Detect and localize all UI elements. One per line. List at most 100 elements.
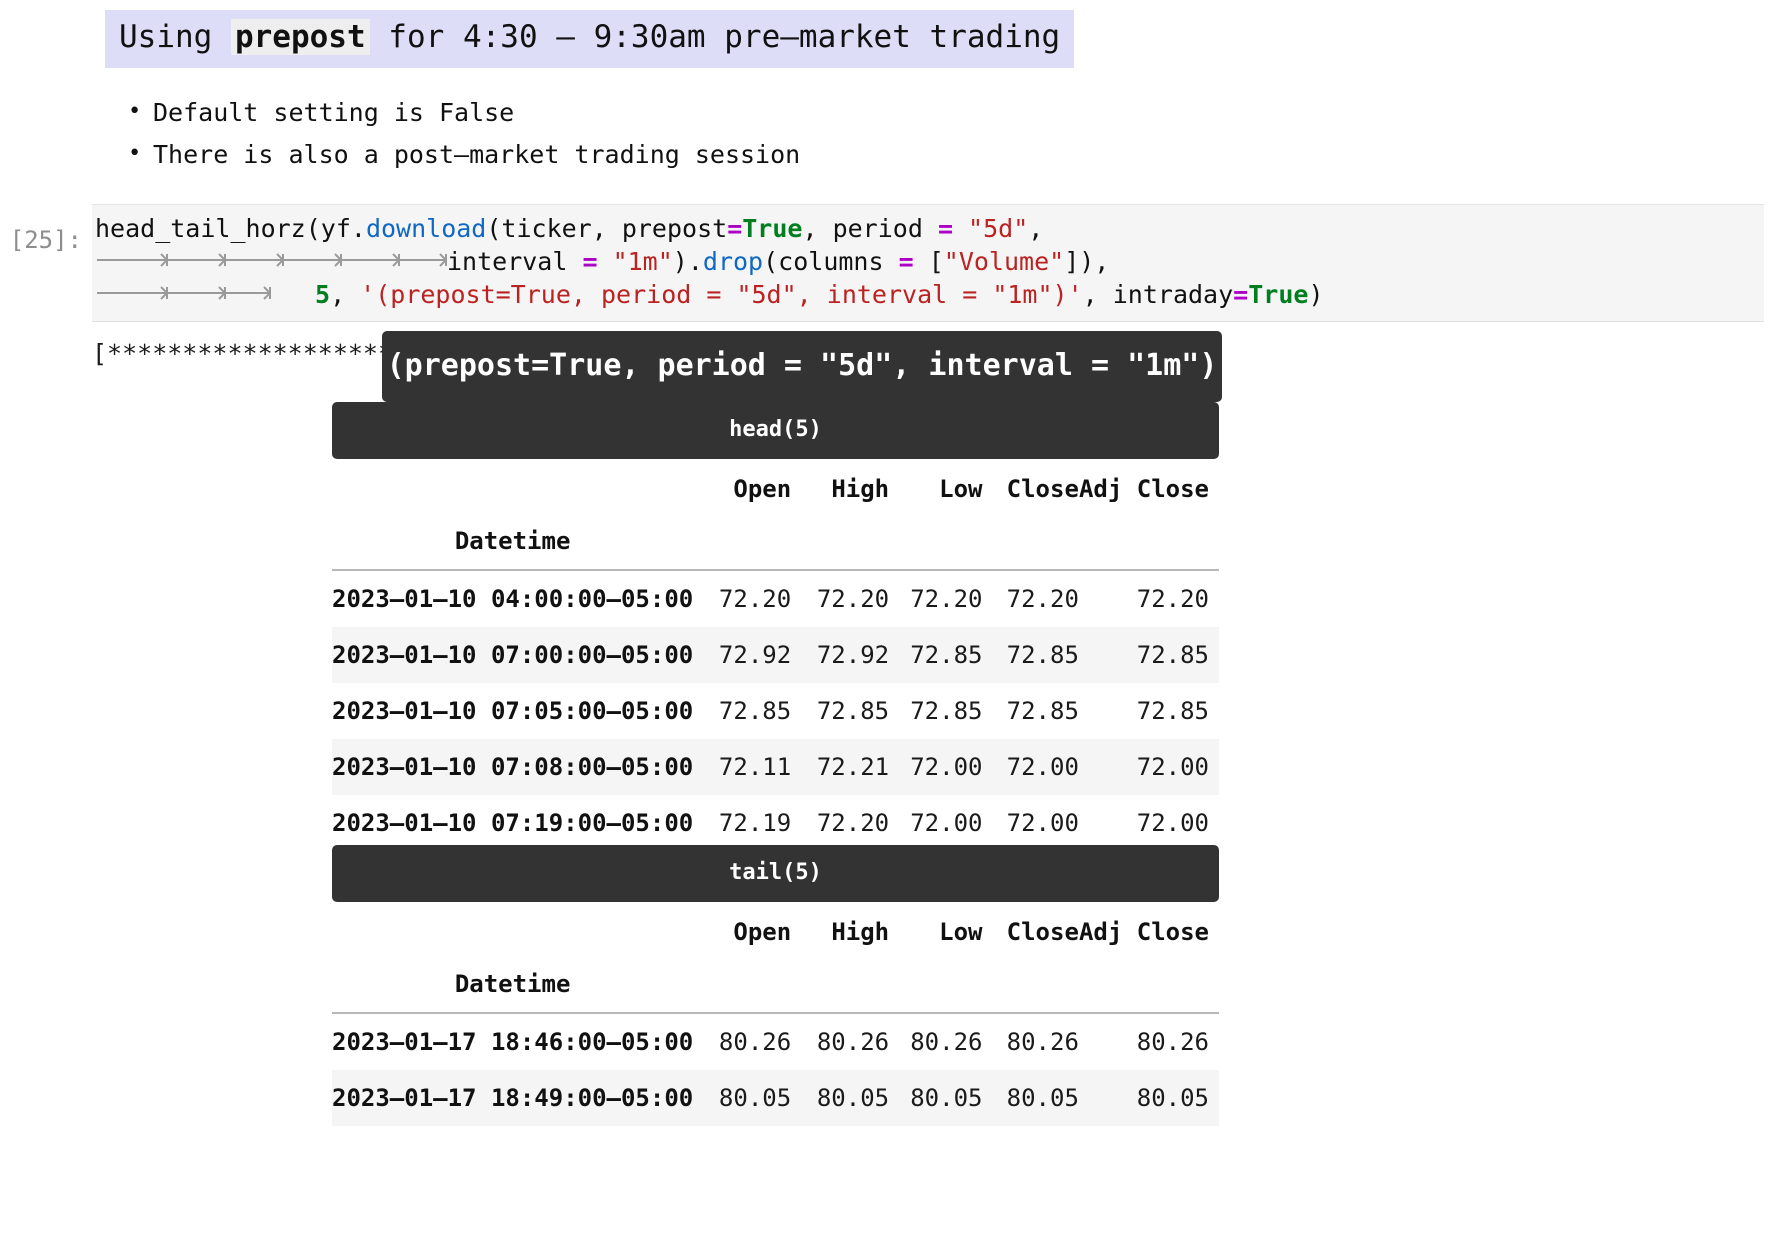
code-token: head_tail_horz(yf. <box>95 214 366 243</box>
head-section: head(5) Open High Low Close Adj Close Da… <box>0 402 1776 851</box>
row-index-label: 2023–01–10 04:00:00–05:00 <box>332 585 694 613</box>
code-token-operator: = <box>937 214 953 243</box>
table-index-name-row: Datetime <box>332 960 1219 1014</box>
index-row-spacer <box>889 960 983 1014</box>
cell-close: 72.85 <box>982 627 1079 683</box>
cell-low: 72.00 <box>910 809 983 837</box>
index-row-spacer <box>1078 960 1219 1014</box>
code-token-keyword: True <box>742 214 803 243</box>
page-title-post: for 4:30 – 9:30am pre–market trading <box>369 19 1061 55</box>
code-token-operator: = <box>582 247 598 276</box>
column-header-index <box>332 902 693 960</box>
whitespace-indent-guide-icon <box>95 283 271 303</box>
index-row-spacer <box>889 517 983 571</box>
cell-close: 72.20 <box>1006 585 1079 613</box>
index-row-spacer <box>982 960 1079 1014</box>
list-item: There is also a post–market trading sess… <box>126 133 800 176</box>
table-row: 2023–01–10 04:00:00–05:00 72.20 72.20 72… <box>332 570 1219 627</box>
output-banner-title: (prepost=True, period = "5d", interval =… <box>382 331 1222 402</box>
code-token-operator: = <box>898 247 914 276</box>
tail-table-body: 2023–01–17 18:46:00–05:00 80.26 80.26 80… <box>332 1013 1219 1126</box>
code-token: (columns <box>763 247 899 276</box>
cell-high: 80.05 <box>791 1070 890 1126</box>
table-row: 2023–01–10 07:05:00–05:00 72.85 72.85 72… <box>332 683 1219 739</box>
head-section-label: head(5) <box>332 402 1219 459</box>
row-index-label: 2023–01–10 07:05:00–05:00 <box>332 697 694 725</box>
code-token-string: "Volume" <box>943 247 1065 276</box>
page-title: Using prepost for 4:30 – 9:30am pre–mark… <box>105 10 1075 68</box>
code-line-2: interval = "1m").drop(columns = ["Volume… <box>92 245 1764 278</box>
cell-close: 72.00 <box>1006 809 1079 837</box>
code-token-function: drop <box>702 247 764 276</box>
row-index-label: 2023–01–17 18:49:00–05:00 <box>332 1070 694 1126</box>
index-row-spacer <box>693 517 792 571</box>
code-token-string: "1m" <box>597 247 673 276</box>
column-header-adj-close: Adj Close <box>1078 475 1209 503</box>
cell-adj-close: 72.85 <box>1078 627 1219 683</box>
cell-high: 72.20 <box>816 809 890 837</box>
table-index-name-row: Datetime <box>332 517 1219 571</box>
code-token-string: "5d" <box>953 214 1029 243</box>
code-token-keyword: True <box>1248 280 1309 309</box>
cell-close: 80.26 <box>1006 1028 1079 1056</box>
index-row-spacer <box>791 960 890 1014</box>
code-token: , <box>1028 214 1044 243</box>
bullet-list: Default setting is False There is also a… <box>126 91 800 176</box>
cell-adj-close: 72.00 <box>1078 739 1219 795</box>
cell-open: 80.26 <box>718 1028 792 1056</box>
cell-prompt-label: [25]: <box>9 226 82 254</box>
cell-high: 72.85 <box>816 697 890 725</box>
page-title-code-span: prepost <box>230 19 370 55</box>
tail-section-label: tail(5) <box>332 845 1219 902</box>
cell-open: 72.85 <box>718 697 792 725</box>
code-token: interval <box>447 247 583 276</box>
tail-table: Open High Low Close Adj Close Datetime 2… <box>332 902 1219 1126</box>
tail-section: tail(5) Open High Low Close Adj Close Da… <box>0 845 1776 1126</box>
code-token: ). <box>672 247 703 276</box>
column-header-high: High <box>831 475 890 503</box>
table-row: 2023–01–17 18:49:00–05:00 80.05 80.05 80… <box>332 1070 1219 1126</box>
cell-high: 72.92 <box>791 627 890 683</box>
cell-high: 72.20 <box>816 585 890 613</box>
index-row-spacer <box>1078 517 1219 571</box>
code-token: [ <box>913 247 944 276</box>
cell-low: 72.85 <box>889 627 983 683</box>
cell-low: 80.26 <box>910 1028 983 1056</box>
cell-low: 72.85 <box>910 697 983 725</box>
column-header-close: Close <box>1006 475 1079 503</box>
code-editor[interactable]: head_tail_horz(yf.download(ticker, prepo… <box>92 204 1764 322</box>
column-header-high: High <box>831 918 890 946</box>
row-index-label: 2023–01–10 07:19:00–05:00 <box>332 809 694 837</box>
cell-adj-close: 80.05 <box>1078 1070 1219 1126</box>
cell-open: 72.92 <box>693 627 792 683</box>
whitespace-indent-guide-icon <box>95 250 447 270</box>
code-token: , intraday <box>1082 280 1234 309</box>
column-header-close: Close <box>1006 918 1079 946</box>
index-name-label: Datetime <box>332 960 694 1014</box>
page-title-pre: Using <box>119 19 231 55</box>
column-header-low: Low <box>939 918 983 946</box>
list-item: Default setting is False <box>126 91 800 134</box>
cell-adj-close: 72.85 <box>1136 697 1209 725</box>
table-header-row: Open High Low Close Adj Close <box>332 902 1219 960</box>
code-line-3: 5, '(prepost=True, period = "5d", interv… <box>92 278 1764 311</box>
cell-adj-close: 72.00 <box>1136 809 1209 837</box>
column-header-open: Open <box>733 918 792 946</box>
index-row-spacer <box>693 960 792 1014</box>
column-header-open: Open <box>733 475 792 503</box>
cell-open: 80.05 <box>693 1070 792 1126</box>
row-index-label: 2023–01–10 07:08:00–05:00 <box>332 739 694 795</box>
code-token: , period <box>802 214 938 243</box>
cell-open: 72.20 <box>718 585 792 613</box>
code-token: ) <box>1308 280 1324 309</box>
head-table: Open High Low Close Adj Close Datetime 2… <box>332 459 1219 851</box>
index-row-spacer <box>791 517 890 571</box>
code-line-1: head_tail_horz(yf.download(ticker, prepo… <box>92 212 1764 245</box>
column-header-adj-close: Adj Close <box>1078 918 1209 946</box>
code-token: (ticker, prepost <box>486 214 728 243</box>
code-token: , <box>330 280 361 309</box>
row-index-label: 2023–01–17 18:46:00–05:00 <box>332 1028 694 1056</box>
code-token-function: download <box>365 214 487 243</box>
head-table-body: 2023–01–10 04:00:00–05:00 72.20 72.20 72… <box>332 570 1219 851</box>
index-name-label: Datetime <box>332 517 694 571</box>
